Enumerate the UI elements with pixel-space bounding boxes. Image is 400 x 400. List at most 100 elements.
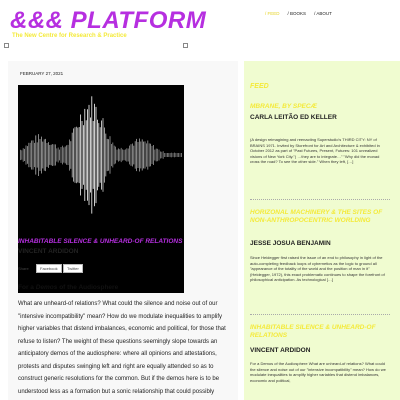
nav-feed-link[interactable]: / FEED [265, 11, 284, 16]
waveform-bar [83, 125, 84, 185]
waveform-bar [176, 153, 178, 157]
waveform-bar [178, 153, 179, 157]
waveform-bar [167, 153, 168, 157]
waveform-bar [42, 141, 44, 169]
top-nav: / FEED / BOOKS / ABOUT [265, 11, 340, 16]
waveform-bar [88, 104, 90, 206]
facebook-share-button[interactable]: Facebook [36, 264, 62, 273]
waveform-bar [21, 150, 23, 160]
waveform-bar [106, 138, 108, 172]
waveform-bar [126, 148, 128, 162]
waveform-bar [112, 142, 114, 168]
waveform-bar [147, 140, 149, 170]
waveform-bar [36, 142, 38, 168]
waveform-bar [115, 146, 116, 164]
waveform-bar [151, 145, 153, 164]
waveform-bar [32, 140, 34, 170]
twitter-share-button[interactable]: Twitter [63, 264, 83, 273]
waveform-bar [162, 151, 164, 159]
waveform-bar [130, 144, 132, 166]
feed-item-author[interactable]: CARLA LEITÃO ED KELLER [250, 113, 390, 123]
waveform-bar [84, 108, 86, 201]
waveform-bar [161, 151, 163, 159]
waveform-bar [119, 149, 121, 161]
waveform-bar [64, 146, 66, 164]
waveform-bar [141, 139, 143, 171]
waveform-bar [39, 139, 41, 171]
corner-marker-right [183, 43, 188, 48]
feed-item-title[interactable]: HORIZONAL MACHINERY & THE SITES OF NON-A… [250, 209, 390, 224]
feed-divider [250, 314, 390, 315]
feed-item-title[interactable]: INHABITABLE SILENCE & UNHEARD-OF RELATIO… [250, 324, 390, 339]
nav-books-link[interactable]: / BOOKS [288, 11, 311, 16]
waveform-bar [70, 141, 72, 169]
waveform-bar [136, 138, 137, 172]
waveform-bar [92, 121, 94, 189]
waveform-bar [127, 148, 129, 162]
feed-item-author[interactable]: VINCENT ARDIDON [250, 346, 390, 356]
waveform-bar [81, 121, 83, 189]
waveform-bar [73, 128, 74, 182]
feed-item-author[interactable]: JESSE JOSUA BENJAMIN [250, 239, 390, 249]
waveform-bar [34, 142, 35, 168]
feed-divider [250, 199, 390, 200]
corner-marker-left [4, 43, 9, 48]
waveform-bar [22, 148, 24, 162]
waveform-bar [181, 153, 182, 157]
sidebar-feed-heading: FEED [250, 83, 269, 90]
article-date: FEBRUARY 27, 2021 [20, 71, 64, 76]
article-title[interactable]: INHABITABLE SILENCE & UNHEARD-OF RELATIO… [18, 238, 238, 245]
waveform-bar [28, 142, 30, 168]
waveform-bar [87, 109, 88, 201]
waveform-bar [158, 149, 160, 161]
waveform-bar [120, 147, 122, 163]
waveform-bar [74, 127, 76, 183]
waveform-bar [31, 140, 32, 170]
waveform-bar [165, 153, 167, 157]
waveform-bar [104, 127, 105, 183]
waveform-bar [77, 127, 79, 183]
waveform-bar [171, 152, 172, 158]
site-logo[interactable]: &&& PLATFORM [10, 8, 206, 34]
waveform-bar [67, 144, 69, 165]
waveform-bar [50, 144, 52, 166]
waveform-bar [62, 145, 63, 165]
waveform-bar [97, 119, 98, 191]
waveform-bar [179, 153, 181, 157]
waveform-bar [43, 139, 45, 171]
waveform-bar [175, 153, 177, 157]
feed-item-title[interactable]: MBRANE, BY SPECÆ [250, 103, 390, 111]
waveform-bar [139, 138, 140, 172]
waveform-bar [140, 141, 142, 169]
waveform-bar [66, 145, 67, 165]
waveform-bar [20, 149, 21, 161]
site-tagline: The New Centre for Research & Practice [12, 33, 127, 39]
waveform-bar [172, 153, 174, 157]
waveform-bar [63, 147, 65, 163]
waveform-bar [118, 148, 119, 162]
waveform-bar [134, 141, 136, 169]
nav-about-link[interactable]: / ABOUT [314, 11, 336, 16]
waveform-bar [46, 143, 48, 167]
waveform-bar [49, 145, 51, 165]
waveform-bar [113, 145, 115, 165]
waveform-bar [143, 141, 144, 169]
waveform-bar [132, 143, 133, 167]
waveform-bar [174, 152, 175, 158]
waveform-bar [146, 143, 147, 167]
waveform-bar [105, 133, 107, 177]
waveform-bar [57, 147, 59, 163]
article-hero-image [18, 85, 184, 293]
waveform-graphic [20, 96, 182, 214]
article-body: What are unheard-of relations? What coul… [18, 301, 226, 395]
share-label: Share [18, 266, 29, 271]
waveform-bar [45, 138, 46, 172]
waveform-bar [69, 139, 70, 171]
waveform-bar [99, 127, 101, 183]
feed-item-excerpt: Since Heidegger first raised the issue o… [250, 255, 385, 282]
waveform-bar [53, 144, 55, 166]
waveform-bar [55, 144, 56, 166]
waveform-bar [85, 120, 87, 190]
waveform-bar [133, 145, 135, 165]
article-author[interactable]: VINCENT ARDIDON [18, 248, 78, 255]
